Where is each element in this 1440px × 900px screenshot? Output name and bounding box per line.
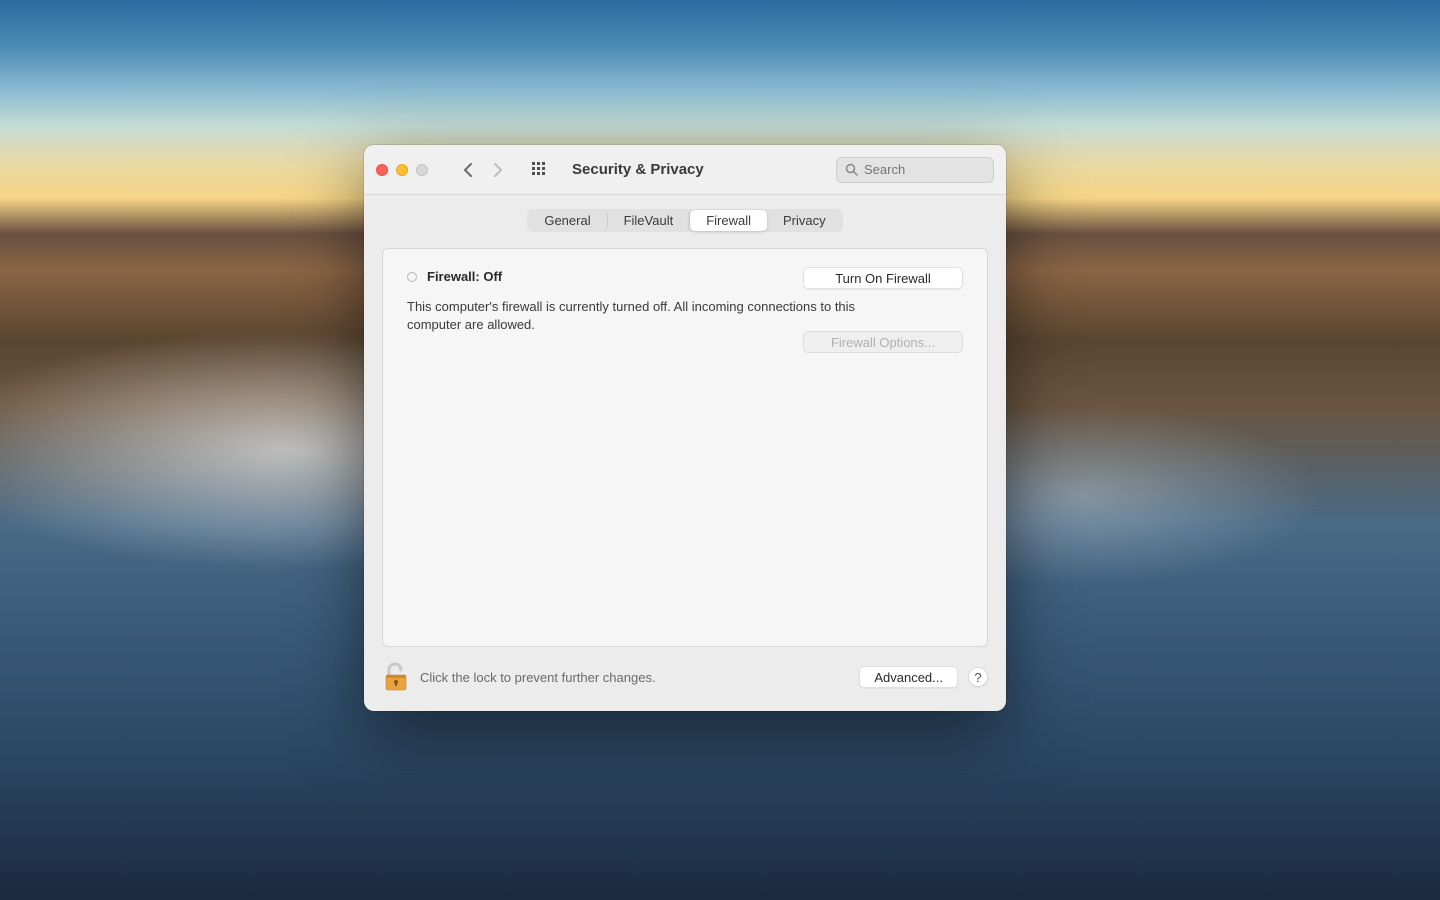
chevron-left-icon — [463, 162, 473, 178]
lock-hint-text: Click the lock to prevent further change… — [420, 670, 656, 685]
window-titlebar: Security & Privacy — [364, 145, 1006, 195]
nav-buttons — [454, 158, 512, 182]
window-body: General FileVault Firewall Privacy Firew… — [364, 195, 1006, 661]
firewall-description: This computer's firewall is currently tu… — [407, 298, 877, 333]
tab-firewall[interactable]: Firewall — [690, 210, 767, 231]
window-zoom-button — [416, 164, 428, 176]
search-field[interactable] — [836, 157, 994, 183]
system-preferences-window: Security & Privacy General FileVault Fir… — [364, 145, 1006, 711]
forward-button[interactable] — [484, 158, 512, 182]
unlock-button[interactable] — [382, 661, 410, 693]
tab-bar: General FileVault Firewall Privacy — [527, 209, 842, 232]
status-indicator-icon — [407, 272, 417, 282]
lock-open-icon — [383, 662, 409, 692]
tab-privacy[interactable]: Privacy — [767, 210, 842, 231]
advanced-button[interactable]: Advanced... — [859, 666, 958, 688]
chevron-right-icon — [493, 162, 503, 178]
help-button[interactable]: ? — [968, 667, 988, 687]
window-title: Security & Privacy — [572, 161, 704, 178]
turn-on-firewall-button[interactable]: Turn On Firewall — [803, 267, 963, 289]
show-all-button[interactable] — [526, 158, 554, 182]
firewall-panel: Firewall: Off Turn On Firewall This comp… — [382, 248, 988, 647]
search-icon — [845, 163, 858, 176]
grid-icon — [532, 162, 548, 178]
firewall-options-button: Firewall Options... — [803, 331, 963, 353]
traffic-lights — [376, 164, 428, 176]
window-footer: Click the lock to prevent further change… — [364, 661, 1006, 711]
search-input[interactable] — [864, 162, 985, 177]
tab-general[interactable]: General — [528, 210, 607, 231]
tab-filevault[interactable]: FileVault — [608, 210, 691, 231]
firewall-status-label: Firewall: Off — [427, 269, 502, 284]
window-minimize-button[interactable] — [396, 164, 408, 176]
back-button[interactable] — [454, 158, 482, 182]
window-close-button[interactable] — [376, 164, 388, 176]
